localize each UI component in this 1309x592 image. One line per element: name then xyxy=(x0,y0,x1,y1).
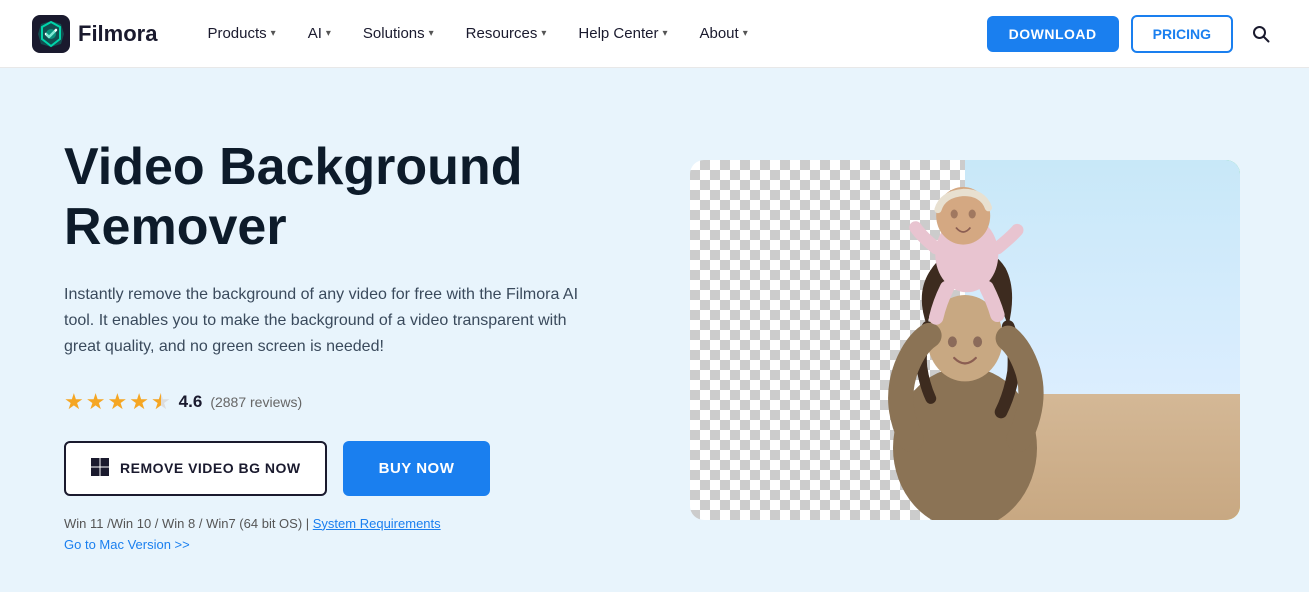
nav-item-solutions[interactable]: Solutions ▾ xyxy=(349,17,448,50)
chevron-down-icon: ▾ xyxy=(662,28,667,39)
rating-count: (2887 reviews) xyxy=(210,394,302,410)
people-illustration xyxy=(745,178,1185,520)
chevron-down-icon: ▾ xyxy=(271,28,276,39)
download-button[interactable]: DOWNLOAD xyxy=(987,16,1119,52)
chevron-down-icon: ▾ xyxy=(743,28,748,39)
search-icon xyxy=(1251,24,1271,44)
logo-text: Filmora xyxy=(78,21,157,47)
sys-req-text: Win 11 /Win 10 / Win 8 / Win7 (64 bit OS… xyxy=(64,516,313,531)
system-requirements-link[interactable]: System Requirements xyxy=(313,516,441,531)
star-4: ★ xyxy=(129,389,149,415)
buy-now-button[interactable]: BUY NOW xyxy=(343,441,491,496)
nav-links: Products ▾ AI ▾ Solutions ▾ Resources ▾ … xyxy=(193,17,986,50)
star-2: ★ xyxy=(86,389,106,415)
pricing-button[interactable]: PRICING xyxy=(1131,15,1233,53)
windows-icon xyxy=(90,457,110,480)
nav-item-ai[interactable]: AI ▾ xyxy=(294,17,345,50)
chevron-down-icon: ▾ xyxy=(326,28,331,39)
chevron-down-icon: ▾ xyxy=(429,28,434,39)
nav-label-products: Products xyxy=(207,25,266,42)
cta-buttons: REMOVE VIDEO BG NOW BUY NOW xyxy=(64,441,645,496)
navbar: Filmora Products ▾ AI ▾ Solutions ▾ Reso… xyxy=(0,0,1309,68)
nav-label-ai: AI xyxy=(308,25,322,42)
search-button[interactable] xyxy=(1245,18,1277,50)
star-1: ★ xyxy=(64,389,84,415)
hero-image xyxy=(690,160,1240,520)
rating-value: 4.6 xyxy=(179,392,203,412)
nav-label-resources: Resources xyxy=(466,25,538,42)
star-rating: ★ ★ ★ ★ ★ ★ xyxy=(64,389,171,415)
hero-image-area xyxy=(685,128,1245,552)
remove-bg-button[interactable]: REMOVE VIDEO BG NOW xyxy=(64,441,327,496)
nav-item-about[interactable]: About ▾ xyxy=(685,17,761,50)
hero-section: Video Background Remover Instantly remov… xyxy=(0,68,1309,592)
nav-item-help-center[interactable]: Help Center ▾ xyxy=(564,17,681,50)
hero-content: Video Background Remover Instantly remov… xyxy=(64,128,645,552)
rating-row: ★ ★ ★ ★ ★ ★ 4.6 (2887 reviews) xyxy=(64,389,645,415)
nav-label-help-center: Help Center xyxy=(578,25,658,42)
nav-item-products[interactable]: Products ▾ xyxy=(193,17,289,50)
hero-description: Instantly remove the background of any v… xyxy=(64,282,584,361)
hero-title: Video Background Remover xyxy=(64,138,645,258)
star-5-half: ★ ★ xyxy=(151,389,171,415)
star-3: ★ xyxy=(107,389,127,415)
nav-actions: DOWNLOAD PRICING xyxy=(987,15,1277,53)
system-requirements: Win 11 /Win 10 / Win 8 / Win7 (64 bit OS… xyxy=(64,516,645,531)
nav-label-solutions: Solutions xyxy=(363,25,425,42)
remove-bg-label: REMOVE VIDEO BG NOW xyxy=(120,460,301,476)
chevron-down-icon: ▾ xyxy=(541,28,546,39)
logo[interactable]: Filmora xyxy=(32,15,157,53)
nav-item-resources[interactable]: Resources ▾ xyxy=(452,17,561,50)
mac-version-link[interactable]: Go to Mac Version >> xyxy=(64,537,645,552)
nav-label-about: About xyxy=(699,25,738,42)
